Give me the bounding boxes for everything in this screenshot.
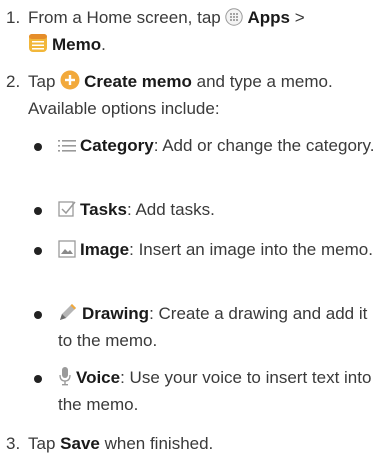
option-text: Image: Insert an image into the memo. <box>58 238 380 265</box>
step-text: From a Home screen, tap Apps > Memo. <box>28 6 378 60</box>
instructions-page: 1. From a Home screen, tap Apps > Memo. … <box>0 0 386 458</box>
option-label: Image <box>80 240 130 259</box>
bullet-dot <box>34 247 42 255</box>
memo-app-icon <box>28 33 48 60</box>
checkbox-icon <box>58 200 76 225</box>
option-label: Drawing <box>82 304 150 323</box>
bullet-dot <box>34 311 42 319</box>
option-description: : Insert an image into the memo. <box>129 240 373 259</box>
create-memo-label: Create memo <box>84 72 192 91</box>
microphone-icon <box>58 366 72 393</box>
option-label: Category <box>80 136 154 155</box>
step-suffix: . <box>101 35 106 54</box>
step-suffix: when finished. <box>104 434 214 453</box>
step-number: 3. <box>6 434 21 453</box>
option-text: Voice: Use your voice to insert text int… <box>58 366 380 417</box>
step-prefix: From a Home screen, tap <box>28 8 221 27</box>
option-label: Tasks <box>80 200 127 219</box>
step-number: 1. <box>6 8 21 27</box>
add-circle-icon <box>60 70 80 97</box>
pencil-icon <box>58 302 78 329</box>
step-number: 2. <box>6 72 21 91</box>
apps-grid-icon <box>225 8 244 33</box>
apps-label: Apps <box>247 8 290 27</box>
bullet-dot <box>34 207 42 215</box>
option-text: Tasks: Add tasks. <box>58 198 380 225</box>
bullet-dot <box>34 143 42 151</box>
option-text: Drawing: Create a drawing and add it to … <box>58 302 380 353</box>
memo-label: Memo <box>52 35 102 54</box>
image-icon <box>58 240 76 265</box>
list-icon <box>58 137 76 161</box>
option-label: Voice <box>76 368 121 387</box>
separator: > <box>294 8 305 27</box>
step-prefix: Tap <box>28 434 56 453</box>
save-label: Save <box>60 434 100 453</box>
option-description: : Add or change the category. <box>153 136 375 155</box>
step-prefix: Tap <box>28 72 56 91</box>
step-text: Tap Save when finished. <box>28 432 378 456</box>
option-description: : Add tasks. <box>126 200 215 219</box>
option-text: Category: Add or change the category. <box>58 134 380 161</box>
step-text: Tap Create memo and type a memo. Availab… <box>28 70 378 121</box>
bullet-dot <box>34 375 42 383</box>
